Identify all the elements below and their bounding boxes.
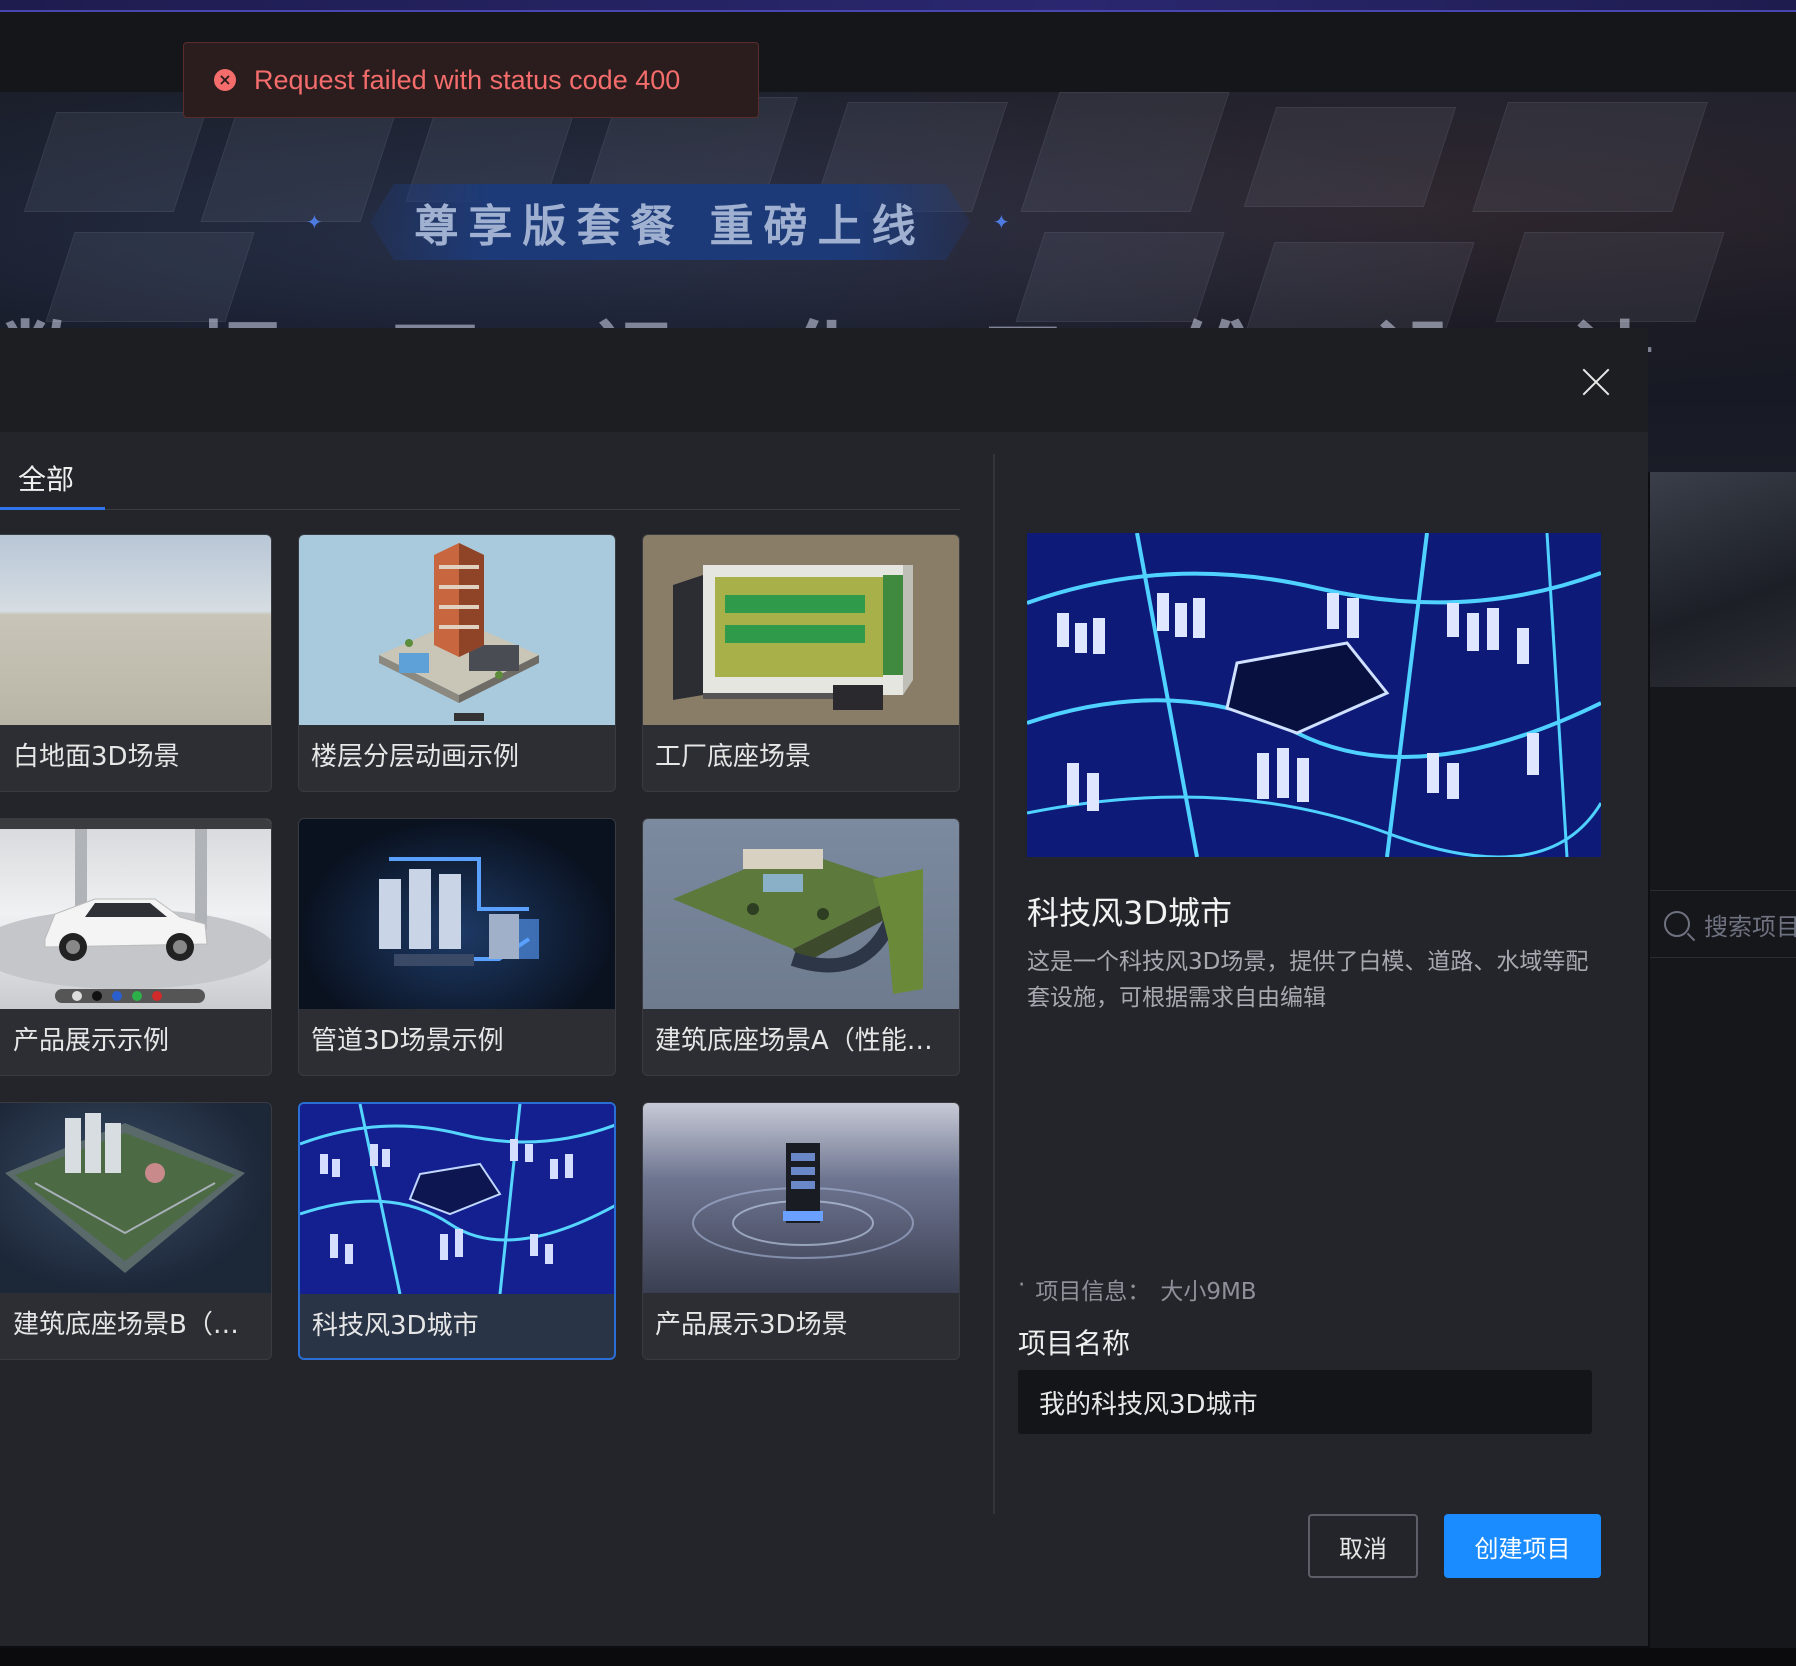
error-toast: × Request failed with status code 400 <box>183 42 759 118</box>
template-preview-image <box>1027 533 1601 857</box>
template-label: 工厂底座场景 <box>655 742 812 772</box>
cancel-button[interactable]: 取消 <box>1308 1514 1418 1578</box>
panel-divider <box>993 454 995 1514</box>
template-card-building-base-a[interactable]: 建筑底座场景A（性能… <box>642 818 960 1076</box>
template-label: 产品展示3D场景 <box>655 1310 848 1340</box>
template-thumbnail <box>643 535 959 725</box>
search-placeholder: 搜索项目 <box>1704 912 1796 941</box>
template-tabs: 全部 <box>0 458 960 510</box>
info-bullet: · <box>1018 1272 1026 1298</box>
template-label: 建筑底座场景B（视觉… <box>13 1310 259 1340</box>
template-thumbnail <box>0 1103 271 1293</box>
error-icon: × <box>214 69 236 91</box>
template-card-product-demo[interactable]: 产品展示示例 <box>0 818 272 1076</box>
sparkle-icon: ✦ <box>993 210 1010 234</box>
template-card-white-ground[interactable]: 白地面3D场景 <box>0 534 272 792</box>
template-card-floor-animation[interactable]: 楼层分层动画示例 <box>298 534 616 792</box>
project-info: · 项目信息： 大小9MB <box>1018 1272 1257 1306</box>
template-card-tech-city[interactable]: 科技风3D城市 <box>298 1102 616 1360</box>
template-label: 管道3D场景示例 <box>311 1026 504 1056</box>
template-label: 白地面3D场景 <box>13 742 180 772</box>
background-thumbnail <box>1650 472 1796 687</box>
top-bar <box>0 0 1796 12</box>
banner-ribbon: 尊享版套餐 重磅上线 <box>370 184 970 260</box>
template-label: 建筑底座场景A（性能… <box>655 1026 933 1056</box>
template-thumbnail <box>643 819 959 1009</box>
search-icon <box>1664 911 1690 937</box>
template-thumbnail <box>299 535 615 725</box>
template-card-building-base-b[interactable]: 建筑底座场景B（视觉… <box>0 1102 272 1360</box>
template-thumbnail <box>299 819 615 1009</box>
template-title: 科技风3D城市 <box>1027 894 1233 932</box>
banner-ribbon-text: 尊享版套餐 重磅上线 <box>414 201 926 252</box>
template-thumbnail <box>0 535 271 725</box>
background-search[interactable]: 搜索项目 <box>1650 890 1796 958</box>
error-message: Request failed with status code 400 <box>254 64 681 95</box>
close-icon[interactable] <box>1578 364 1614 400</box>
bottom-strip <box>0 1648 1796 1666</box>
template-thumbnail <box>300 1104 614 1294</box>
info-label: 项目信息： <box>1035 1279 1151 1305</box>
create-project-button[interactable]: 创建项目 <box>1444 1514 1601 1578</box>
template-thumbnail <box>643 1103 959 1293</box>
info-size: 大小9MB <box>1160 1279 1257 1305</box>
template-thumbnail <box>0 819 271 1009</box>
template-card-factory[interactable]: 工厂底座场景 <box>642 534 960 792</box>
sparkle-icon: ✦ <box>306 210 323 234</box>
template-label: 科技风3D城市 <box>312 1311 479 1341</box>
template-description: 这是一个科技风3D场景，提供了白模、道路、水域等配套设施，可根据需求自由编辑 <box>1027 949 1589 1011</box>
template-card-pipeline[interactable]: 管道3D场景示例 <box>298 818 616 1076</box>
project-name-label: 项目名称 <box>1018 1327 1131 1360</box>
project-name-input[interactable] <box>1018 1370 1592 1434</box>
template-label: 产品展示示例 <box>13 1026 170 1056</box>
modal-header <box>0 328 1648 432</box>
template-label: 楼层分层动画示例 <box>311 742 520 772</box>
tab-all[interactable]: 全部 <box>0 458 105 510</box>
template-card-product-3d[interactable]: 产品展示3D场景 <box>642 1102 960 1360</box>
